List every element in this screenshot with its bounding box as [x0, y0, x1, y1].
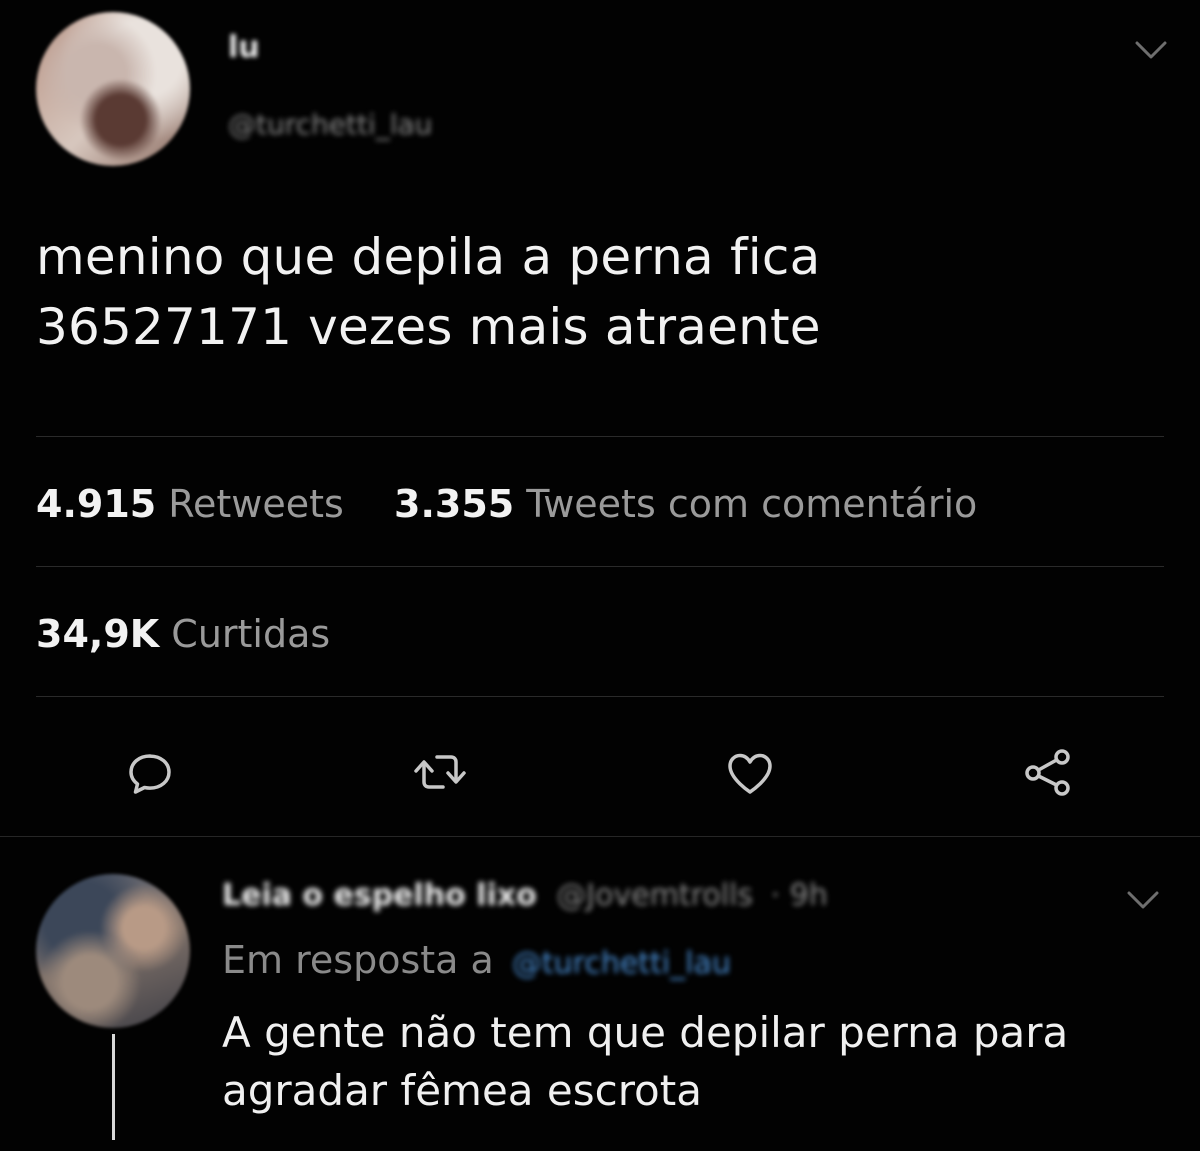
retweet-button[interactable] — [410, 742, 470, 802]
thread-line — [112, 1034, 115, 1140]
share-button[interactable] — [1018, 742, 1078, 802]
tweet-text-line: menino que depila a perna fica — [36, 228, 821, 286]
reply-header: Leia o espelho lixo @Jovemtrolls · 9h — [222, 878, 828, 913]
retweet-icon — [414, 755, 466, 789]
retweets-stat[interactable]: 4.915 Retweets — [36, 482, 344, 526]
author-name[interactable]: lu — [228, 30, 260, 65]
reply-author-avatar[interactable] — [36, 874, 190, 1028]
share-icon — [1025, 749, 1070, 796]
quote-tweets-label: Tweets com comentário — [526, 482, 978, 526]
reply-text-line: agradar fêmea escrota — [222, 1066, 702, 1115]
tweet-text-line: 36527171 vezes mais atraente — [36, 298, 821, 356]
in-reply-mention[interactable]: @turchetti_lau — [512, 946, 731, 981]
tweet-text: menino que depila a perna fica 36527171 … — [36, 222, 1036, 362]
reply-timestamp[interactable]: · 9h — [771, 878, 828, 913]
divider — [0, 836, 1200, 837]
heart-icon — [728, 753, 772, 794]
reply-text: A gente não tem que depilar perna para a… — [222, 1004, 1122, 1120]
likes-stat[interactable]: 34,9K Curtidas — [36, 612, 330, 656]
retweets-label: Retweets — [168, 482, 344, 526]
reply-button[interactable] — [120, 742, 180, 802]
divider — [36, 436, 1164, 437]
reply-author-name[interactable]: Leia o espelho lixo — [222, 878, 537, 913]
retweets-count: 4.915 — [36, 482, 157, 526]
quote-tweets-count: 3.355 — [394, 482, 515, 526]
chevron-down-icon[interactable] — [1126, 888, 1160, 912]
in-reply-to: Em resposta a @turchetti_lau — [222, 938, 731, 982]
divider — [36, 566, 1164, 567]
reply-author-handle[interactable]: @Jovemtrolls — [556, 878, 753, 913]
likes-count: 34,9K — [36, 612, 160, 656]
divider — [36, 696, 1164, 697]
author-avatar[interactable] — [36, 12, 190, 166]
comment-icon — [129, 754, 171, 794]
like-button[interactable] — [720, 742, 780, 802]
reply-text-line: A gente não tem que depilar perna para — [222, 1008, 1069, 1057]
author-handle[interactable]: @turchetti_lau — [228, 108, 432, 141]
likes-label: Curtidas — [171, 612, 331, 656]
in-reply-label: Em resposta a — [222, 938, 494, 982]
chevron-down-icon[interactable] — [1134, 38, 1168, 62]
quote-tweets-stat[interactable]: 3.355 Tweets com comentário — [394, 482, 977, 526]
